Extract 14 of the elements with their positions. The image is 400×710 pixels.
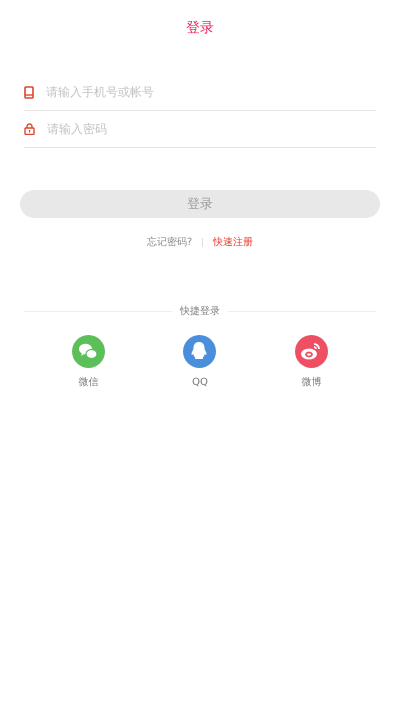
weibo-login-button[interactable] [294, 335, 328, 368]
lock-icon [24, 123, 35, 135]
social-label: QQ [192, 377, 208, 389]
register-link[interactable]: 快速注册 [213, 235, 254, 249]
wechat-login-button[interactable] [72, 335, 106, 368]
page-title: 登录 [186, 19, 214, 37]
password-field[interactable]: 请输入密码 [47, 119, 376, 139]
phone-icon [24, 86, 34, 98]
forgot-password-link[interactable]: 忘记密码? [146, 235, 192, 249]
quick-login-heading: 快捷登录 [180, 304, 220, 318]
social-label: 微信 [78, 377, 99, 389]
social-label: 微博 [301, 377, 322, 389]
qq-login-button[interactable] [183, 335, 216, 368]
account-field[interactable]: 请输入手机号或帐号 [46, 82, 376, 102]
